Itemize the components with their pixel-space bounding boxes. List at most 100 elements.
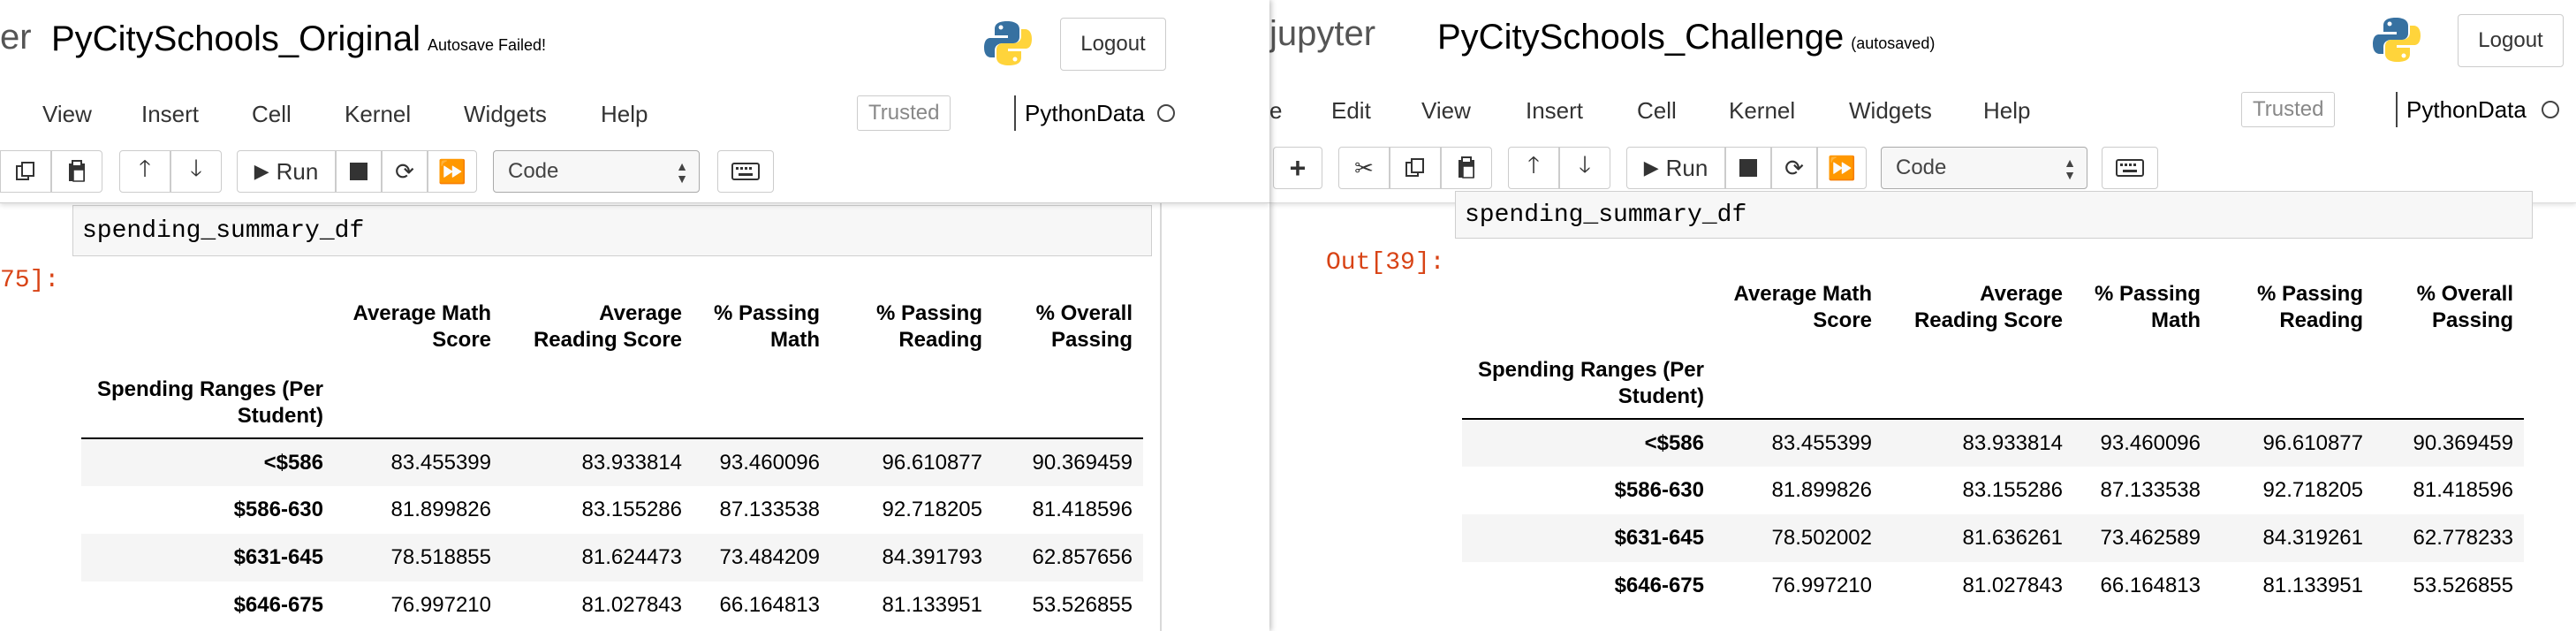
refresh-icon: ⟳ <box>395 157 414 185</box>
cell-value: 83.155286 <box>1962 478 2063 502</box>
row-label: <$586 <box>81 437 334 486</box>
logout-button[interactable]: Logout <box>2458 14 2564 67</box>
copy-icon <box>16 162 34 180</box>
kernel-name[interactable]: PythonData <box>2396 92 2527 127</box>
command-palette-button[interactable] <box>2102 147 2158 189</box>
column-header: Average Reading Score <box>533 301 682 352</box>
interrupt-button[interactable] <box>336 150 382 193</box>
cut-cells-button[interactable]: ✂ <box>1338 147 1390 189</box>
copy-cells-button[interactable] <box>0 150 51 193</box>
restart-run-all-button[interactable]: ⏩ <box>1817 147 1867 189</box>
cell-value: 81.027843 <box>1962 574 2063 597</box>
menu-insert[interactable]: Insert <box>141 101 199 128</box>
notebook-name[interactable]: PyCitySchools_Challenge <box>1437 18 1844 57</box>
notebook-title[interactable]: PyCitySchools_Challenge (autosaved) <box>1437 18 1935 57</box>
logout-button[interactable]: Logout <box>1060 18 1166 71</box>
row-label: $586-630 <box>233 498 323 521</box>
jupyter-brand[interactable]: er <box>0 18 32 57</box>
run-label: Run <box>1665 154 1708 181</box>
cell-value: 66.164813 <box>2100 574 2201 597</box>
cell-value: 81.624473 <box>581 545 682 569</box>
menu-cell[interactable]: Cell <box>252 101 292 128</box>
copy-icon <box>1405 158 1424 177</box>
restart-button[interactable]: ⟳ <box>382 150 428 193</box>
cell-value: 81.418596 <box>1032 498 1133 521</box>
keyboard-icon <box>731 163 760 180</box>
row-label: <$586 <box>1462 418 1715 467</box>
trusted-indicator[interactable]: Trusted <box>857 95 951 131</box>
cell-type-select[interactable]: Code ▲ ▼ <box>1881 147 2087 189</box>
row-label: $646-675 <box>1614 574 1704 597</box>
row-label: $631-645 <box>1614 526 1704 550</box>
menu-kernel[interactable]: Kernel <box>345 101 411 128</box>
move-down-button[interactable]: 🡓 <box>170 150 222 193</box>
menu-kernel[interactable]: Kernel <box>1729 97 1795 125</box>
restart-run-all-button[interactable]: ⏩ <box>428 150 477 193</box>
column-header: % Passing Reading <box>2256 282 2363 332</box>
table-row: $586-630 81.899826 83.155286 87.133538 9… <box>81 486 1143 534</box>
cell-value: 87.133538 <box>2100 478 2201 502</box>
menu-file[interactable]: e <box>1269 97 1282 125</box>
menu-help[interactable]: Help <box>1983 97 2030 125</box>
jupyter-brand[interactable]: jupyter <box>1269 14 1375 54</box>
menu-view[interactable]: View <box>1421 97 1471 125</box>
cell-type-select[interactable]: Code ▲ ▼ <box>493 150 700 193</box>
cell-value: 83.933814 <box>502 437 693 486</box>
move-up-button[interactable]: 🡑 <box>119 150 170 193</box>
arrow-up-icon: 🡑 <box>139 155 151 181</box>
left-notebook-window: er PyCitySchools_Original Autosave Failed… <box>0 0 1269 631</box>
cell-value: 84.319261 <box>2262 526 2363 550</box>
menu-insert[interactable]: Insert <box>1526 97 1583 125</box>
menu-help[interactable]: Help <box>601 101 648 128</box>
command-palette-button[interactable] <box>717 150 774 193</box>
dataframe-table: Average Math Score Average Reading Score %… <box>1462 281 2524 610</box>
table-row: $586-630 81.899826 83.155286 87.133538 9… <box>1462 467 2524 514</box>
move-down-button[interactable]: 🡓 <box>1559 147 1610 189</box>
kernel-name[interactable]: PythonData <box>1014 95 1145 131</box>
cell-value: 66.164813 <box>719 593 820 617</box>
plus-icon: + <box>1289 151 1307 184</box>
table-row: $646-675 76.997210 81.027843 66.164813 8… <box>1462 562 2524 610</box>
code-text[interactable]: spending_summary_df <box>1465 201 1746 229</box>
insert-cell-button[interactable]: + <box>1273 147 1322 189</box>
cell-value: 81.027843 <box>581 593 682 617</box>
cell-value: 93.460096 <box>2073 418 2211 467</box>
menu-widgets[interactable]: Widgets <box>464 101 547 128</box>
paste-cells-button[interactable] <box>1441 147 1492 189</box>
python-logo-icon <box>2373 18 2421 62</box>
cell-value: 62.778233 <box>2413 526 2513 550</box>
cell-value: 76.997210 <box>1771 574 1872 597</box>
fast-forward-icon: ⏩ <box>437 157 467 185</box>
fast-forward-icon: ⏩ <box>1827 154 1857 181</box>
row-label: $586-630 <box>1614 478 1704 502</box>
cell-value: 87.133538 <box>719 498 820 521</box>
restart-button[interactable]: ⟳ <box>1771 147 1817 189</box>
paste-icon <box>69 160 85 182</box>
paste-cells-button[interactable] <box>51 150 102 193</box>
code-cell-input[interactable]: spending_summary_df <box>1455 191 2533 239</box>
code-cell-input[interactable]: spending_summary_df <box>72 205 1152 256</box>
stop-icon <box>1739 159 1757 177</box>
interrupt-button[interactable] <box>1725 147 1771 189</box>
keyboard-icon <box>2116 159 2144 177</box>
code-text[interactable]: spending_summary_df <box>82 217 364 245</box>
notebook-title[interactable]: PyCitySchools_Original Autosave Failed! <box>51 19 546 59</box>
cell-value: 81.418596 <box>2413 478 2513 502</box>
copy-cells-button[interactable] <box>1390 147 1441 189</box>
trusted-indicator[interactable]: Trusted <box>2241 92 2336 127</box>
menu-edit[interactable]: Edit <box>1331 97 1371 125</box>
notebook-name[interactable]: PyCitySchools_Original <box>51 19 420 58</box>
menu-view[interactable]: View <box>42 101 92 128</box>
cell-value: 92.718205 <box>882 498 982 521</box>
menu-cell[interactable]: Cell <box>1637 97 1677 125</box>
arrow-down-icon: 🡓 <box>1579 151 1591 178</box>
column-header: % Overall Passing <box>1035 301 1133 352</box>
play-icon: ▶ <box>1643 156 1659 179</box>
cell-value: 73.484209 <box>719 545 820 569</box>
menu-widgets[interactable]: Widgets <box>1849 97 1932 125</box>
run-button[interactable]: ▶ Run <box>1626 147 1725 189</box>
move-up-button[interactable]: 🡑 <box>1508 147 1559 189</box>
table-row: $646-675 76.997210 81.027843 66.164813 8… <box>81 582 1143 629</box>
stop-icon <box>350 163 367 180</box>
run-button[interactable]: ▶ Run <box>237 150 336 193</box>
